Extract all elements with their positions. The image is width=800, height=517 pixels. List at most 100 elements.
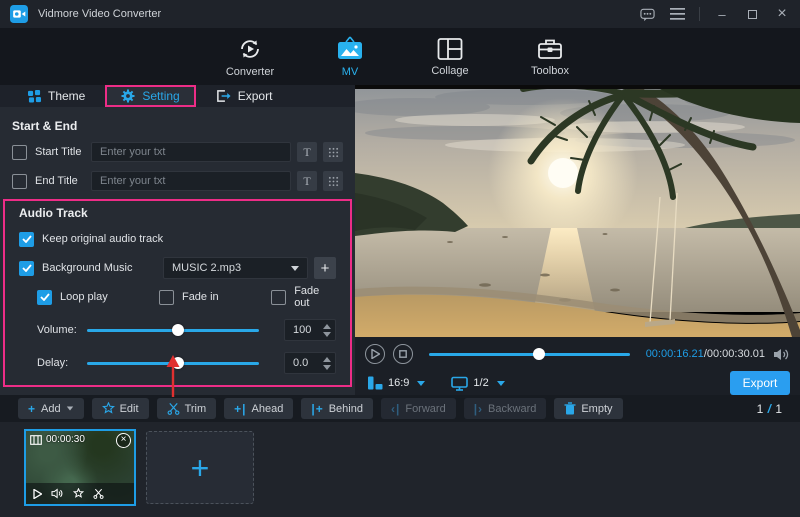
maximize-icon (748, 10, 757, 19)
start-title-row: Start Title T (12, 142, 343, 162)
spinner-up-icon[interactable] (323, 324, 331, 329)
screen-page-caret-icon[interactable] (497, 381, 505, 386)
volume-slider-thumb[interactable] (172, 324, 184, 336)
volume-mute-icon[interactable] (773, 347, 790, 362)
tab-export[interactable]: Export (202, 85, 287, 107)
trim-label: Trim (185, 403, 207, 415)
stop-icon (399, 350, 407, 358)
end-title-font-button[interactable]: T (297, 171, 317, 191)
seek-thumb[interactable] (533, 348, 545, 360)
feedback-icon[interactable] (639, 6, 655, 22)
nav-label-collage: Collage (431, 65, 468, 77)
edit-button[interactable]: Edit (92, 398, 149, 419)
music-select[interactable]: MUSIC 2.mp3 (163, 257, 308, 279)
screen-icon (451, 376, 468, 391)
volume-slider[interactable] (87, 324, 259, 336)
play-icon (371, 349, 380, 359)
video-preview-panel: 00:00:16.21/00:00:30.01 16:9 (355, 85, 800, 395)
clip-close-button[interactable]: × (116, 433, 131, 448)
page-current: 1 (757, 402, 764, 416)
timeline: 00:00:30 × + (0, 422, 800, 517)
fade-out-checkbox[interactable] (271, 290, 286, 305)
behind-button[interactable]: |+ Behind (301, 398, 373, 419)
background-music-checkbox[interactable] (19, 261, 34, 276)
delay-value: 0.0 (293, 357, 323, 369)
forward-button[interactable]: ‹| Forward (381, 398, 456, 419)
loop-play-checkbox[interactable] (37, 290, 52, 305)
trim-scissors-icon (167, 402, 180, 415)
nav-tab-toolbox[interactable]: Toolbox (517, 37, 583, 77)
clip-play-icon[interactable] (33, 489, 42, 499)
close-button[interactable]: × (774, 6, 790, 22)
keep-original-checkbox[interactable] (19, 232, 34, 247)
music-selected-value: MUSIC 2.mp3 (172, 262, 291, 274)
add-caret-icon (66, 407, 72, 411)
edit-label: Edit (120, 403, 139, 415)
nav-tab-collage[interactable]: Collage (417, 37, 483, 77)
background-music-label: Background Music (42, 262, 133, 274)
collage-icon (437, 37, 463, 61)
clip-volume-icon[interactable] (51, 488, 64, 499)
audio-track-title: Audio Track (19, 206, 336, 220)
spinner-down-icon[interactable] (323, 332, 331, 337)
behind-icon: |+ (311, 402, 323, 416)
add-music-button[interactable]: + (314, 257, 336, 279)
add-button[interactable]: + Add (18, 398, 84, 419)
nav-tab-mv[interactable]: MV (317, 36, 383, 78)
film-icon (30, 435, 42, 445)
start-title-position-button[interactable] (323, 142, 343, 162)
end-title-position-button[interactable] (323, 171, 343, 191)
seek-track[interactable] (429, 353, 630, 356)
end-title-input[interactable] (91, 171, 291, 191)
nav-label-converter: Converter (226, 66, 274, 78)
seek-bar[interactable] (429, 348, 630, 360)
annotation-arrow (165, 355, 181, 397)
volume-spinner-arrows[interactable] (323, 324, 331, 337)
aspect-ratio-caret-icon[interactable] (417, 381, 425, 386)
stop-button[interactable] (393, 344, 413, 364)
main-nav: Converter MV Collage (0, 28, 800, 85)
aspect-ratio-value: 16:9 (388, 377, 409, 389)
start-title-font-button[interactable]: T (297, 142, 317, 162)
end-title-checkbox[interactable] (12, 174, 27, 189)
trim-button[interactable]: Trim (157, 398, 217, 419)
minimize-button[interactable]: – (714, 6, 730, 22)
menu-icon[interactable] (669, 6, 685, 22)
end-title-row: End Title T (12, 171, 343, 191)
window-title: Vidmore Video Converter (38, 8, 161, 20)
aspect-ratio-icon (367, 375, 383, 391)
tab-setting[interactable]: Setting (105, 85, 195, 107)
tab-export-label: Export (238, 89, 273, 103)
add-clip-slot[interactable]: + (146, 431, 254, 504)
add-label: Add (41, 403, 61, 415)
edit-toolbar: + Add Edit Trim +| Ahead |+ Behind (0, 395, 800, 422)
empty-button[interactable]: Empty (554, 398, 622, 419)
keep-original-row: Keep original audio track (19, 229, 336, 249)
fade-in-checkbox[interactable] (159, 290, 174, 305)
tab-theme[interactable]: Theme (14, 85, 99, 107)
trash-icon (564, 402, 576, 415)
spinner-up-icon[interactable] (323, 357, 331, 362)
maximize-button[interactable] (744, 6, 760, 22)
start-title-input[interactable] (91, 142, 291, 162)
nav-tab-converter[interactable]: Converter (217, 36, 283, 78)
add-plus-icon: + (28, 402, 36, 416)
start-title-checkbox[interactable] (12, 145, 27, 160)
export-button[interactable]: Export (730, 371, 790, 395)
backward-label: Backward (488, 403, 536, 415)
backward-button[interactable]: |› Backward (464, 398, 547, 419)
clip-edit-icon[interactable] (73, 488, 84, 499)
spinner-down-icon[interactable] (323, 365, 331, 370)
theme-icon (28, 90, 41, 103)
fade-in-label: Fade in (182, 291, 219, 303)
settings-panel: Theme Setting (0, 85, 355, 395)
total-time: 00:00:30.01 (707, 348, 765, 360)
panel-tabs: Theme Setting (0, 85, 355, 107)
delay-spinner-arrows[interactable] (323, 357, 331, 370)
ahead-button[interactable]: +| Ahead (224, 398, 293, 419)
screen-page-value: 1/2 (473, 377, 488, 389)
timeline-clip[interactable]: 00:00:30 × (24, 429, 136, 506)
play-button[interactable] (365, 344, 385, 364)
page-separator: / (767, 402, 772, 416)
clip-trim-icon[interactable] (93, 488, 104, 499)
